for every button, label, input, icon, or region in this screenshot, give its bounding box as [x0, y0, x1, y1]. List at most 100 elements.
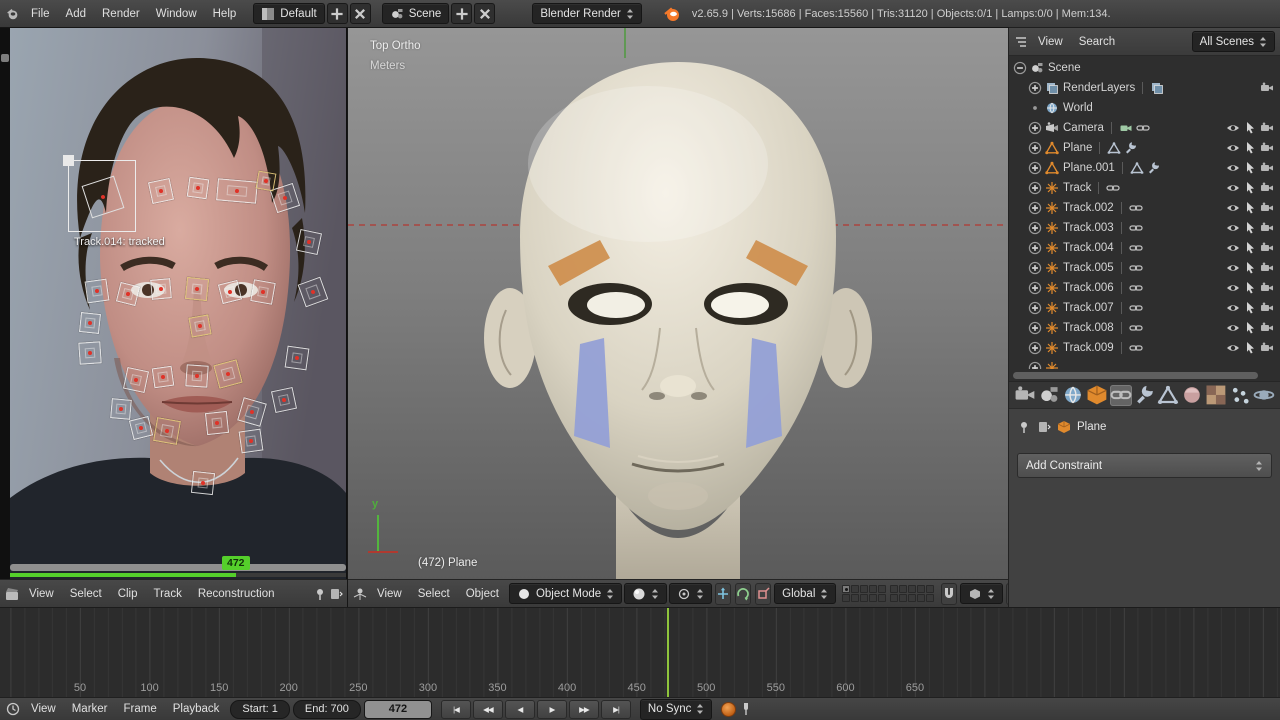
sync-mode-selector[interactable]: No Sync [640, 699, 712, 720]
layer-toggle[interactable] [842, 594, 850, 602]
layer-toggle[interactable] [908, 594, 916, 602]
transport-button[interactable]: ◀◀ [473, 700, 503, 719]
outliner-item-camera[interactable]: Camera [1009, 118, 1280, 138]
outliner-item-scene[interactable]: Scene [1009, 58, 1280, 78]
layer-toggle[interactable] [851, 585, 859, 593]
tracking-marker[interactable] [116, 282, 140, 306]
orientation-selector[interactable]: Global [774, 583, 836, 604]
tracking-marker[interactable] [185, 277, 209, 301]
expand-icon[interactable] [1028, 241, 1042, 255]
tracking-marker[interactable] [216, 178, 258, 203]
tracking-marker[interactable] [187, 177, 210, 200]
add-layout-button[interactable] [327, 3, 348, 24]
timeline-editor-type-icon[interactable] [6, 702, 20, 716]
expand-icon[interactable] [1028, 361, 1042, 369]
expand-icon[interactable] [1028, 101, 1042, 115]
menu-item[interactable]: View [369, 585, 410, 603]
transport-button[interactable]: ▶▶ [569, 700, 599, 719]
start-frame-field[interactable]: Start: 1 [230, 700, 289, 719]
eye-toggle-icon[interactable] [1226, 201, 1240, 215]
layer-toggle[interactable] [890, 594, 898, 602]
render-toggle-icon[interactable] [1260, 221, 1274, 235]
eye-toggle-icon[interactable] [1226, 181, 1240, 195]
outliner-item-track-009[interactable]: Track.009 [1009, 338, 1280, 358]
layer-toggle[interactable] [917, 594, 925, 602]
properties-tab-object[interactable] [1086, 385, 1108, 406]
expand-icon[interactable] [1028, 341, 1042, 355]
select-toggle-icon[interactable] [1243, 301, 1257, 315]
tracking-marker[interactable] [213, 359, 242, 388]
current-frame-field[interactable]: 472 [364, 700, 432, 719]
properties-tab-texture[interactable] [1205, 385, 1227, 406]
menu-item[interactable]: Render [94, 5, 148, 23]
outliner-scrollbar[interactable] [1009, 369, 1280, 382]
viewport-canvas[interactable]: Top Ortho Meters (472) Plane y [348, 28, 1008, 579]
screen-layout-selector[interactable]: Default [253, 3, 324, 24]
snap-mode-selector[interactable] [960, 583, 1003, 604]
mode-selector[interactable]: Object Mode [509, 583, 622, 604]
menu-item[interactable]: Select [62, 585, 110, 603]
tracking-marker[interactable] [296, 229, 322, 255]
manipulator-translate-button[interactable] [715, 583, 731, 605]
render-engine-selector[interactable]: Blender Render [532, 3, 642, 24]
render-toggle-icon[interactable] [1260, 121, 1274, 135]
audio-scrub-icon[interactable] [739, 702, 753, 716]
render-toggle-icon[interactable] [1260, 321, 1274, 335]
render-toggle-icon[interactable] [1260, 241, 1274, 255]
clip-editor-type-icon[interactable] [5, 587, 19, 601]
outliner-item-renderlayers[interactable]: RenderLayers [1009, 78, 1280, 98]
viewport-editor-type-icon[interactable] [353, 587, 367, 601]
properties-tab-render[interactable] [1014, 385, 1036, 406]
timeline-ruler[interactable]: 50100150200250300350400450500550600650 [0, 607, 1280, 697]
eye-toggle-icon[interactable] [1226, 141, 1240, 155]
tracking-marker[interactable] [78, 341, 101, 364]
tracking-marker[interactable] [256, 171, 277, 192]
outliner-editor-type-icon[interactable] [1014, 35, 1028, 49]
expand-icon[interactable] [1013, 61, 1027, 75]
expand-icon[interactable] [1028, 181, 1042, 195]
tracking-marker[interactable] [79, 312, 101, 334]
browse-icon[interactable] [1037, 420, 1051, 434]
transport-button[interactable]: ◀ [505, 700, 535, 719]
eye-toggle-icon[interactable] [1226, 221, 1240, 235]
menu-item[interactable]: View [21, 585, 62, 603]
expand-icon[interactable] [1028, 281, 1042, 295]
menu-item[interactable]: Search [1071, 33, 1123, 51]
properties-tab-modifiers[interactable] [1134, 385, 1156, 406]
tracking-marker[interactable] [110, 398, 132, 420]
menu-item[interactable]: Reconstruction [190, 585, 283, 603]
outliner-item-plane[interactable]: Plane [1009, 138, 1280, 158]
expand-icon[interactable] [1028, 221, 1042, 235]
properties-tab-world[interactable] [1062, 385, 1084, 406]
properties-tab-scene[interactable] [1038, 385, 1060, 406]
tracking-marker[interactable] [129, 416, 153, 440]
tracking-marker[interactable] [123, 367, 149, 393]
tracking-marker[interactable] [285, 346, 310, 371]
select-toggle-icon[interactable] [1243, 141, 1257, 155]
expand-icon[interactable] [1028, 321, 1042, 335]
outliner-item-track-006[interactable]: Track.006 [1009, 278, 1280, 298]
timeline-playhead[interactable] [667, 608, 669, 697]
transport-button[interactable]: ▶| [601, 700, 631, 719]
outliner-item-track-005[interactable]: Track.005 [1009, 258, 1280, 278]
properties-tab-data[interactable] [1157, 385, 1179, 406]
layer-toggle[interactable] [890, 585, 898, 593]
layer-toggle[interactable] [878, 585, 886, 593]
eye-toggle-icon[interactable] [1226, 341, 1240, 355]
pivot-selector[interactable] [669, 583, 712, 604]
layer-toggle[interactable] [917, 585, 925, 593]
layer-toggle[interactable] [869, 594, 877, 602]
tracking-marker[interactable] [250, 279, 275, 304]
select-toggle-icon[interactable] [1243, 261, 1257, 275]
layer-toggle[interactable] [899, 585, 907, 593]
select-toggle-icon[interactable] [1243, 221, 1257, 235]
menu-item[interactable]: Add [58, 5, 94, 23]
render-toggle-icon[interactable] [1260, 301, 1274, 315]
layer-toggle[interactable] [842, 585, 850, 593]
layer-toggle[interactable] [926, 594, 934, 602]
scene-selector[interactable]: Scene [382, 3, 450, 24]
menu-item[interactable]: Frame [116, 700, 165, 718]
expand-icon[interactable] [1028, 141, 1042, 155]
end-frame-field[interactable]: End: 700 [293, 700, 361, 719]
select-toggle-icon[interactable] [1243, 181, 1257, 195]
